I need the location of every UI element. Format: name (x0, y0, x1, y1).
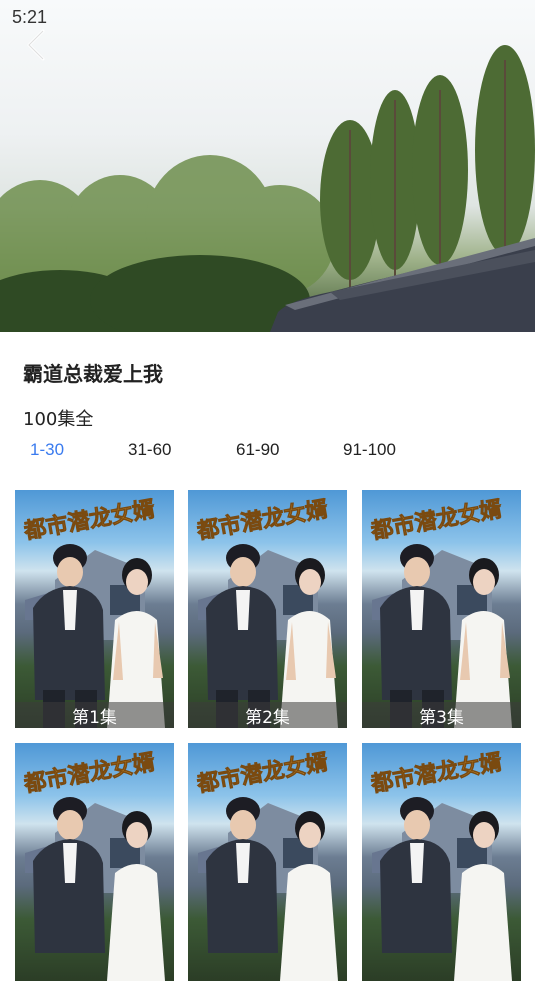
poster-title: 都市潜龙女婿 (21, 496, 157, 545)
tab-range-61-90[interactable]: 61-90 (236, 440, 279, 460)
drama-title: 霸道总裁爱上我 (23, 362, 163, 386)
video-player[interactable]: 5:21 (0, 0, 535, 332)
episode-count: 100集全 (23, 409, 94, 430)
episode-label: 第3集 (362, 702, 521, 728)
tab-range-91-100[interactable]: 91-100 (343, 440, 396, 460)
episode-card[interactable]: 都市潜龙女婿 第2集 (188, 490, 347, 728)
episode-card[interactable]: 都市潜龙女婿 (362, 743, 521, 981)
tab-range-1-30[interactable]: 1-30 (30, 440, 64, 460)
episode-poster: 都市潜龙女婿 (21, 496, 165, 728)
tab-range-31-60[interactable]: 31-60 (128, 440, 171, 460)
poster-title: 都市潜龙女婿 (21, 749, 157, 798)
episode-card[interactable]: 都市潜龙女婿 (15, 743, 174, 981)
episode-poster: 都市潜龙女婿 (368, 749, 512, 981)
chevron-left-icon (27, 29, 45, 61)
episode-card[interactable]: 都市潜龙女婿 第3集 (362, 490, 521, 728)
episode-label: 第1集 (15, 702, 174, 728)
episode-poster: 都市潜龙女婿 (368, 496, 512, 728)
episode-poster: 都市潜龙女婿 (194, 496, 338, 728)
episode-range-tabs: 1-30 31-60 61-90 91-100 (0, 440, 535, 468)
episode-card[interactable]: 都市潜龙女婿 第1集 (15, 490, 174, 728)
episode-label: 第2集 (188, 702, 347, 728)
video-frame (0, 45, 535, 332)
status-time: 5:21 (12, 7, 48, 27)
episode-poster: 都市潜龙女婿 (194, 749, 338, 981)
episode-card[interactable]: 都市潜龙女婿 (188, 743, 347, 981)
poster-title: 都市潜龙女婿 (194, 496, 330, 545)
poster-title: 都市潜龙女婿 (368, 749, 504, 798)
back-button[interactable] (26, 28, 58, 64)
poster-title: 都市潜龙女婿 (194, 749, 330, 798)
poster-title: 都市潜龙女婿 (368, 496, 504, 545)
episode-poster: 都市潜龙女婿 (21, 749, 165, 981)
